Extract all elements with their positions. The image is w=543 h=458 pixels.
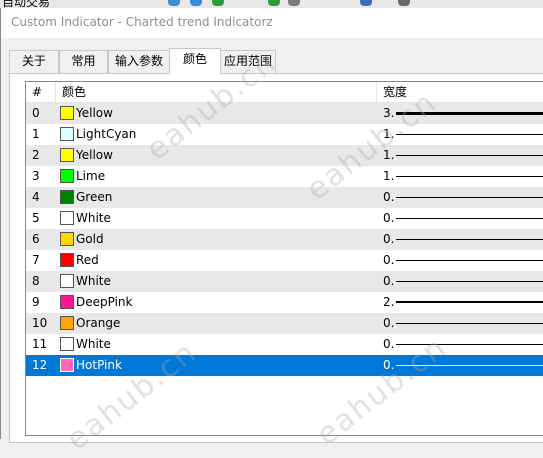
color-name[interactable]: Yellow — [76, 103, 113, 124]
line-width-preview — [396, 281, 543, 282]
column-header-index[interactable]: # — [26, 82, 56, 103]
color-row[interactable]: 11 White 0. — [26, 334, 543, 355]
color-row[interactable]: 1 LightCyan 1. — [26, 124, 543, 145]
toolbar-zoom-out-icon[interactable] — [190, 0, 202, 6]
colors-tab-panel: # 颜色 宽度 0 Yellow 3. 1 LightCyan 1. 2 Yellow 1. 3 L… — [9, 73, 543, 443]
color-row[interactable]: 7 Red 0. — [26, 250, 543, 271]
line-width-preview — [396, 155, 543, 156]
color-row[interactable]: 10 Orange 0. — [26, 313, 543, 334]
color-swatch[interactable] — [60, 274, 74, 288]
tab-about[interactable]: 关于 — [9, 50, 59, 73]
row-index: 4 — [32, 190, 40, 204]
color-row[interactable]: 3 Lime 1. — [26, 166, 543, 187]
autotrade-label[interactable]: 自动交易 — [2, 0, 50, 8]
color-name[interactable]: White — [76, 208, 111, 229]
line-width-preview — [396, 301, 543, 303]
color-name[interactable]: Gold — [76, 229, 104, 250]
row-index: 7 — [32, 253, 40, 267]
tab-common[interactable]: 常用 — [59, 50, 108, 73]
toolbar-zoom-in-icon[interactable] — [168, 0, 180, 6]
row-index: 9 — [32, 295, 40, 309]
row-index: 2 — [32, 148, 40, 162]
dialog-body: 关于 常用 输入参数 颜色 应用范围 # 颜色 宽度 0 Yellow 3. 1 Lig… — [0, 38, 543, 443]
dialog-title: Custom Indicator - Charted trend Indicat… — [11, 15, 273, 29]
color-name[interactable]: Green — [76, 187, 112, 208]
color-row[interactable]: 5 White 0. — [26, 208, 543, 229]
toolbar-clock-icon[interactable] — [360, 0, 372, 6]
color-name[interactable]: White — [76, 271, 111, 292]
app-toolbar: 自动交易 — [0, 0, 543, 8]
line-width-value[interactable]: 0. — [383, 187, 394, 208]
line-width-preview — [396, 239, 543, 240]
color-swatch[interactable] — [60, 190, 74, 204]
color-swatch[interactable] — [60, 148, 74, 162]
color-name[interactable]: Yellow — [76, 145, 113, 166]
dialog-title-bar[interactable]: Custom Indicator - Charted trend Indicat… — [0, 8, 543, 38]
color-row[interactable]: 9 DeepPink 2. — [26, 292, 543, 313]
tab-colors[interactable]: 颜色 — [169, 48, 221, 74]
tab-inputs[interactable]: 输入参数 — [108, 50, 170, 73]
color-row[interactable]: 12 HotPink 0. — [26, 355, 543, 376]
color-name[interactable]: Red — [76, 250, 99, 271]
grid-header: # 颜色 宽度 — [26, 82, 543, 103]
color-name[interactable]: White — [76, 334, 111, 355]
row-index: 11 — [32, 337, 48, 351]
line-width-preview — [396, 176, 543, 177]
line-width-value[interactable]: 2. — [383, 292, 394, 313]
line-width-value[interactable]: 0. — [383, 250, 394, 271]
line-width-preview — [396, 218, 543, 219]
color-row[interactable]: 6 Gold 0. — [26, 229, 543, 250]
color-swatch[interactable] — [60, 316, 74, 330]
color-swatch[interactable] — [60, 169, 74, 183]
color-row[interactable]: 0 Yellow 3. — [26, 103, 543, 124]
row-index: 8 — [32, 274, 40, 288]
line-width-value[interactable]: 0. — [383, 271, 394, 292]
toolbar-play-icon[interactable] — [268, 0, 280, 6]
color-row[interactable]: 8 White 0. — [26, 271, 543, 292]
line-width-value[interactable]: 1. — [383, 166, 394, 187]
color-name[interactable]: Orange — [76, 313, 120, 334]
line-width-preview — [396, 323, 543, 324]
color-row[interactable]: 2 Yellow 1. — [26, 145, 543, 166]
line-width-value[interactable]: 0. — [383, 334, 394, 355]
color-name[interactable]: Lime — [76, 166, 105, 187]
toolbar-template-icon[interactable] — [398, 0, 410, 6]
row-index: 6 — [32, 232, 40, 246]
toolbar-period-icon[interactable] — [288, 0, 300, 6]
colors-grid[interactable]: # 颜色 宽度 0 Yellow 3. 1 LightCyan 1. 2 Yellow 1. 3 L… — [25, 81, 543, 436]
color-swatch[interactable] — [60, 358, 74, 372]
color-name[interactable]: HotPink — [76, 355, 122, 376]
color-swatch[interactable] — [60, 211, 74, 225]
line-width-value[interactable]: 0. — [383, 208, 394, 229]
row-index: 1 — [32, 127, 40, 141]
line-width-value[interactable]: 0. — [383, 313, 394, 334]
color-name[interactable]: LightCyan — [76, 124, 136, 145]
line-width-preview — [396, 260, 543, 261]
color-swatch[interactable] — [60, 295, 74, 309]
row-index: 12 — [32, 358, 48, 372]
color-swatch[interactable] — [60, 253, 74, 267]
color-row[interactable]: 4 Green 0. — [26, 187, 543, 208]
line-width-preview — [396, 134, 543, 135]
row-index: 5 — [32, 211, 40, 225]
line-width-value[interactable]: 0. — [383, 229, 394, 250]
color-swatch[interactable] — [60, 106, 74, 120]
color-swatch[interactable] — [60, 127, 74, 141]
row-index: 10 — [32, 316, 48, 330]
color-name[interactable]: DeepPink — [76, 292, 132, 313]
line-width-preview — [396, 197, 543, 198]
toolbar-grid-icon[interactable] — [212, 0, 224, 6]
color-swatch[interactable] — [60, 337, 74, 351]
row-index: 3 — [32, 169, 40, 183]
color-swatch[interactable] — [60, 232, 74, 246]
row-index: 0 — [32, 106, 40, 120]
